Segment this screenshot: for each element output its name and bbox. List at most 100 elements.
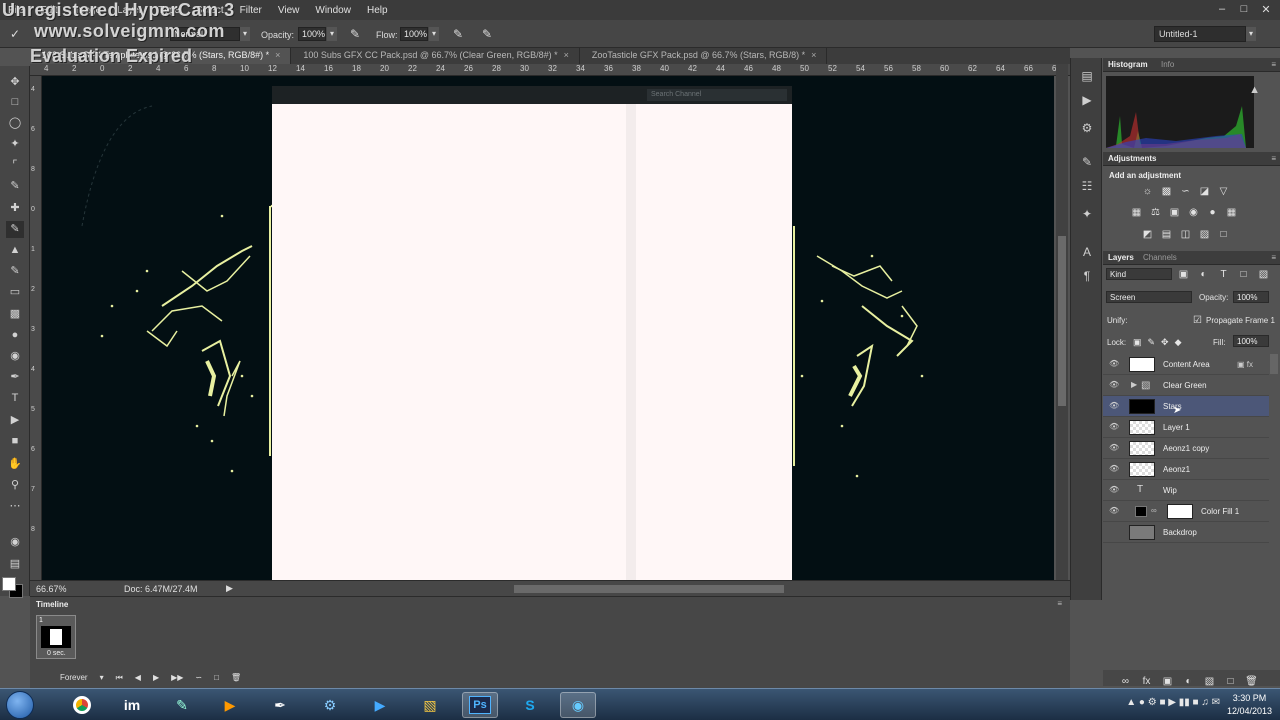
new-group-icon[interactable]: ▧ [1203,676,1216,688]
brush-panel-icon[interactable]: ✎ [1079,154,1095,170]
im-icon[interactable]: im [114,692,150,718]
layers-scroll-thumb[interactable] [1270,354,1278,374]
animation-frame[interactable]: 1 0 sec. [36,615,76,659]
panel-menu-icon[interactable]: ≡ [1271,253,1276,262]
brush-tool-icon[interactable]: ✎ [6,221,24,238]
gradient-tool-icon[interactable]: ▩ [6,306,24,323]
type-filter-icon[interactable]: T [1217,269,1230,281]
lasso-tool-icon[interactable]: ◯ [6,115,24,132]
brush-presets-icon[interactable]: ☷ [1079,178,1095,194]
dodge-tool-icon[interactable]: ◉ [6,348,24,365]
lock-icons[interactable]: ▣✎✥◆ [1133,337,1188,348]
menu-help[interactable]: Help [359,5,396,16]
foreground-color-swatch[interactable] [2,577,16,591]
properties-panel-icon[interactable]: ⚙ [1079,120,1095,136]
expand-group-icon[interactable]: ▶ [1131,380,1137,389]
panel-menu-icon[interactable]: ≡ [1057,599,1062,608]
photoshop-icon[interactable]: Ps [462,692,498,718]
healing-tool-icon[interactable]: ✚ [6,200,24,217]
visibility-eye-icon[interactable]: 👁 [1109,485,1119,495]
folder-icon[interactable]: ▧ [412,692,448,718]
quick-mask-icon[interactable]: ◉ [6,534,24,551]
tab-layers[interactable]: Layers [1108,253,1134,262]
layer-group-row[interactable]: 👁 ▶ ▧ Clear Green [1103,375,1269,396]
visibility-eye-icon[interactable]: 👁 [1109,506,1119,516]
tab-info[interactable]: Info [1161,60,1174,69]
tab-histogram[interactable]: Histogram [1108,60,1148,69]
visibility-eye-icon[interactable]: 👁 [1109,422,1119,432]
layer-style-icon[interactable]: fx [1140,676,1153,688]
pressure-opacity-icon[interactable]: ✎ [348,28,362,41]
warning-icon[interactable]: ▲ [1249,84,1260,96]
posterize-icon[interactable]: ▤ [1160,229,1173,241]
status-menu-icon[interactable]: ▶ [226,583,233,594]
vertical-scrollbar[interactable] [1056,64,1068,580]
menu-view[interactable]: View [270,5,308,16]
propagate-checkbox[interactable]: ☑ [1193,315,1202,326]
stamp-tool-icon[interactable]: ▲ [6,242,24,259]
adjustment-filter-icon[interactable]: ◐ [1197,269,1210,281]
black-white-icon[interactable]: ▣ [1168,207,1181,219]
document-canvas[interactable]: Search Channel [42,76,1054,580]
crop-tool-icon[interactable]: ⌜ [6,157,24,174]
invert-icon[interactable]: ◩ [1141,229,1154,241]
hand-tool-icon[interactable]: ✋ [6,456,24,473]
edit-toolbar-icon[interactable]: ⋯ [6,498,24,515]
restore-icon[interactable]: □ [1234,2,1254,16]
history-brush-tool-icon[interactable]: ✎ [6,263,24,280]
layer-row[interactable]: 👁 Aeonz1 copy [1103,438,1269,459]
zoom-tool-icon[interactable]: ⚲ [6,477,24,494]
taskbar-clock[interactable]: 3:30 PM 12/04/2013 [1227,692,1272,718]
layer-row-selected[interactable]: 👁 Stars ➤ [1103,396,1269,417]
layer-row[interactable]: Backdrop [1103,522,1269,543]
smart-object-filter-icon[interactable]: ▧ [1257,269,1270,281]
layer-filter-kind[interactable]: Kind [1106,268,1172,280]
shape-tool-icon[interactable]: ■ [6,433,24,450]
levels-icon[interactable]: ▩ [1160,186,1173,198]
visibility-eye-icon[interactable]: 👁 [1109,464,1119,474]
menu-window[interactable]: Window [307,5,359,16]
history-panel-icon[interactable]: ▤ [1079,68,1095,84]
brightness-icon[interactable]: ☼ [1141,186,1154,198]
blend-mode-select[interactable]: Screen [1106,291,1192,303]
exposure-icon[interactable]: ◪ [1198,186,1211,198]
hue-saturation-icon[interactable]: ▦ [1130,207,1143,219]
opacity-field[interactable]: 100% [298,27,326,41]
menu-filter[interactable]: Filter [232,5,270,16]
layer-row[interactable]: 👁 Content Area ▣ fx [1103,354,1269,375]
pixel-filter-icon[interactable]: ▣ [1177,269,1190,281]
marquee-tool-icon[interactable]: □ [6,94,24,111]
curves-icon[interactable]: ∽ [1179,186,1192,198]
color-lookup-icon[interactable]: ▦ [1225,207,1238,219]
start-button[interactable] [6,691,34,719]
tab-adjustments[interactable]: Adjustments [1108,154,1156,163]
fill-field[interactable]: 100% [1233,335,1269,347]
layer-opacity-field[interactable]: 100% [1233,291,1269,303]
type-tool-icon[interactable]: T [6,390,24,407]
flow-field[interactable]: 100% [400,27,428,41]
visibility-eye-icon[interactable]: 👁 [1109,359,1119,369]
panel-menu-icon[interactable]: ≡ [1271,154,1276,163]
photo-filter-icon[interactable]: ◉ [1187,207,1200,219]
loop-select[interactable]: Forever [60,673,88,683]
vibrance-icon[interactable]: ▽ [1217,186,1230,198]
next-frame-icon[interactable]: ▶▶ [171,673,183,683]
mode-dropdown-icon[interactable]: ▾ [240,27,250,41]
layer-text-row[interactable]: 👁 T Wip [1103,480,1269,501]
loop-dropdown-icon[interactable]: ▾ [100,673,104,683]
settings-app-icon[interactable]: ⚙ [312,692,348,718]
duplicate-frame-icon[interactable]: □ [214,673,219,683]
tab-channels[interactable]: Channels [1143,253,1177,262]
doc-tab-zootasticle[interactable]: ZooTasticle GFX Pack.psd @ 66.7% (Stars,… [580,48,828,64]
shape-filter-icon[interactable]: □ [1237,269,1250,281]
workspace-select[interactable]: Untitled-1 [1154,26,1246,42]
play-app-icon[interactable]: ▶ [362,692,398,718]
prev-frame-icon[interactable]: ◀ [135,673,141,683]
airbrush-icon[interactable]: ✎ [451,28,465,41]
first-frame-icon[interactable]: ⏮ [116,673,123,683]
workspace-dropdown-icon[interactable]: ▾ [1246,27,1256,41]
screen-mode-icon[interactable]: ▤ [6,556,24,573]
flow-dropdown-icon[interactable]: ▾ [429,27,439,41]
horizontal-scroll-thumb[interactable] [514,585,784,593]
frame-duration[interactable]: 0 sec. [47,650,66,657]
